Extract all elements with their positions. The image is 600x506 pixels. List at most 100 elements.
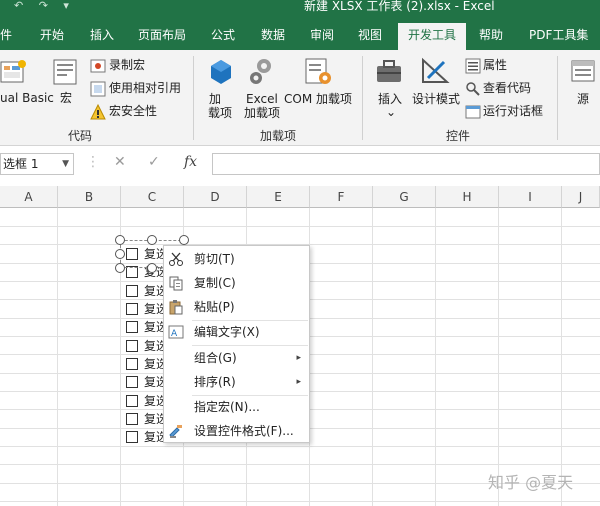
more-icon: ⋮ [86, 154, 100, 170]
record-macro-icon [90, 58, 106, 77]
column-header[interactable]: G [373, 186, 436, 208]
macros-icon [52, 58, 80, 91]
tab-home[interactable]: 开始 [40, 23, 64, 50]
formula-input[interactable] [212, 153, 600, 175]
formula-bar: 选框 1 ▼ ⋮ ✕ ✓ fx [0, 150, 600, 178]
addins-group-label: 加载项 [260, 129, 297, 143]
insert-function-icon[interactable]: fx [184, 154, 197, 170]
checkbox-box[interactable] [126, 358, 138, 370]
checkbox-box[interactable] [126, 321, 138, 333]
design-mode-icon [420, 56, 450, 89]
resize-handle[interactable] [147, 235, 157, 245]
menu-item-group[interactable]: 组合(G) ▸ [164, 347, 309, 369]
cancel-icon[interactable]: ✕ [114, 154, 126, 170]
com-addins-button[interactable]: COM 加载项 [284, 92, 352, 107]
source-icon [570, 58, 596, 87]
addins-button-line2[interactable]: 载项 [208, 106, 232, 121]
edit-text-icon: A [168, 324, 184, 340]
context-menu: 剪切(T) 复制(C) 粘贴(P) A 编辑文字(X) 组合(G) ▸ 排序(R… [163, 245, 310, 443]
ribbon: ual Basic 宏 录制宏 使用相对引用 宏安全性 代码 加 载项 Exce… [0, 50, 600, 146]
checkbox-box[interactable] [126, 413, 138, 425]
controls-group-label: 控件 [446, 129, 471, 143]
code-group-label: 代码 [68, 129, 93, 143]
enter-icon[interactable]: ✓ [148, 154, 160, 170]
menu-item-label: 设置控件格式(F)... [194, 424, 294, 438]
tab-file[interactable]: 件 [0, 23, 12, 50]
title-bar: ↶ ↷ ▾ 新建 XLSX 工作表 (2).xlsx - Excel [0, 0, 600, 14]
tab-data[interactable]: 数据 [261, 23, 285, 50]
column-header[interactable]: C [121, 186, 184, 208]
resize-handle[interactable] [147, 263, 157, 273]
menu-item-label: 复制(C) [194, 276, 236, 290]
tab-page-layout[interactable]: 页面布局 [138, 23, 186, 50]
column-header[interactable]: D [184, 186, 247, 208]
design-mode-button[interactable]: 设计模式 [412, 92, 460, 107]
toolbox-icon [374, 58, 404, 89]
addins-icon [208, 58, 234, 89]
column-header[interactable]: E [247, 186, 310, 208]
record-macro-button[interactable]: 录制宏 [109, 58, 145, 73]
format-control-icon [168, 423, 184, 439]
tab-developer[interactable]: 开发工具 [398, 23, 467, 50]
menu-item-paste[interactable]: 粘贴(P) [164, 296, 309, 318]
macro-security-button[interactable]: 宏安全性 [109, 104, 157, 119]
column-header[interactable]: I [499, 186, 562, 208]
column-header[interactable]: A [0, 186, 58, 208]
menu-item-label: 编辑文字(X) [194, 325, 260, 339]
tab-formulas[interactable]: 公式 [211, 23, 235, 50]
addins-button-line1[interactable]: 加 [209, 92, 221, 107]
com-addins-icon [304, 56, 334, 91]
column-header[interactable]: H [436, 186, 499, 208]
properties-button[interactable]: 属性 [483, 58, 507, 73]
run-dialog-icon [465, 104, 481, 123]
source-button[interactable]: 源 [577, 92, 589, 107]
copy-icon [168, 275, 184, 291]
menu-item-order[interactable]: 排序(R) ▸ [164, 371, 309, 393]
checkbox-box[interactable] [126, 431, 138, 443]
macros-button[interactable]: 宏 [60, 91, 72, 106]
checkbox-box[interactable] [126, 303, 138, 315]
column-header[interactable]: F [310, 186, 373, 208]
ribbon-tabs: 件 开始 插入 页面布局 公式 数据 审阅 视图 开发工具 帮助 PDF工具集 [0, 14, 600, 50]
relative-refs-button[interactable]: 使用相对引用 [109, 81, 181, 96]
excel-addins-gear-icon [246, 56, 276, 91]
watermark: 知乎 @夏天 [488, 473, 574, 492]
tab-insert[interactable]: 插入 [90, 23, 114, 50]
properties-icon [465, 58, 481, 77]
menu-item-assign-macro[interactable]: 指定宏(N)... [164, 396, 309, 418]
chevron-down-icon[interactable]: ▼ [62, 154, 69, 174]
checkbox-box[interactable] [126, 376, 138, 388]
resize-handle[interactable] [179, 235, 189, 245]
relative-refs-icon [90, 81, 106, 100]
checkbox-box[interactable] [126, 395, 138, 407]
tab-view[interactable]: 视图 [358, 23, 382, 50]
submenu-arrow-icon: ▸ [296, 353, 301, 363]
menu-item-label: 粘贴(P) [194, 300, 235, 314]
menu-item-label: 剪切(T) [194, 252, 235, 266]
menu-item-edit-text[interactable]: A 编辑文字(X) [164, 321, 309, 343]
view-code-button[interactable]: 查看代码 [483, 81, 531, 96]
checkbox-box[interactable] [126, 285, 138, 297]
resize-handle[interactable] [115, 249, 125, 259]
menu-item-label: 指定宏(N)... [194, 400, 260, 414]
quick-access-toolbar[interactable]: ↶ ↷ ▾ [14, 0, 75, 12]
visual-basic-icon [0, 58, 28, 89]
tab-review[interactable]: 审阅 [310, 23, 334, 50]
group-divider [557, 56, 558, 140]
menu-item-cut[interactable]: 剪切(T) [164, 248, 309, 270]
resize-handle[interactable] [115, 263, 125, 273]
excel-addins-button-line2[interactable]: 加载项 [244, 106, 280, 121]
view-code-icon [465, 81, 481, 100]
menu-item-copy[interactable]: 复制(C) [164, 272, 309, 294]
menu-item-format-control[interactable]: 设置控件格式(F)... [164, 420, 309, 442]
name-box[interactable]: 选框 1 ▼ [0, 153, 74, 175]
column-header[interactable]: J [562, 186, 600, 208]
resize-handle[interactable] [115, 235, 125, 245]
checkbox-box[interactable] [126, 340, 138, 352]
visual-basic-button[interactable]: ual Basic [0, 91, 54, 106]
tab-pdf-tools[interactable]: PDF工具集 [529, 23, 588, 50]
excel-addins-button-line1[interactable]: Excel [246, 92, 278, 107]
column-header[interactable]: B [58, 186, 121, 208]
tab-help[interactable]: 帮助 [479, 23, 503, 50]
run-dialog-button[interactable]: 运行对话框 [483, 104, 543, 119]
